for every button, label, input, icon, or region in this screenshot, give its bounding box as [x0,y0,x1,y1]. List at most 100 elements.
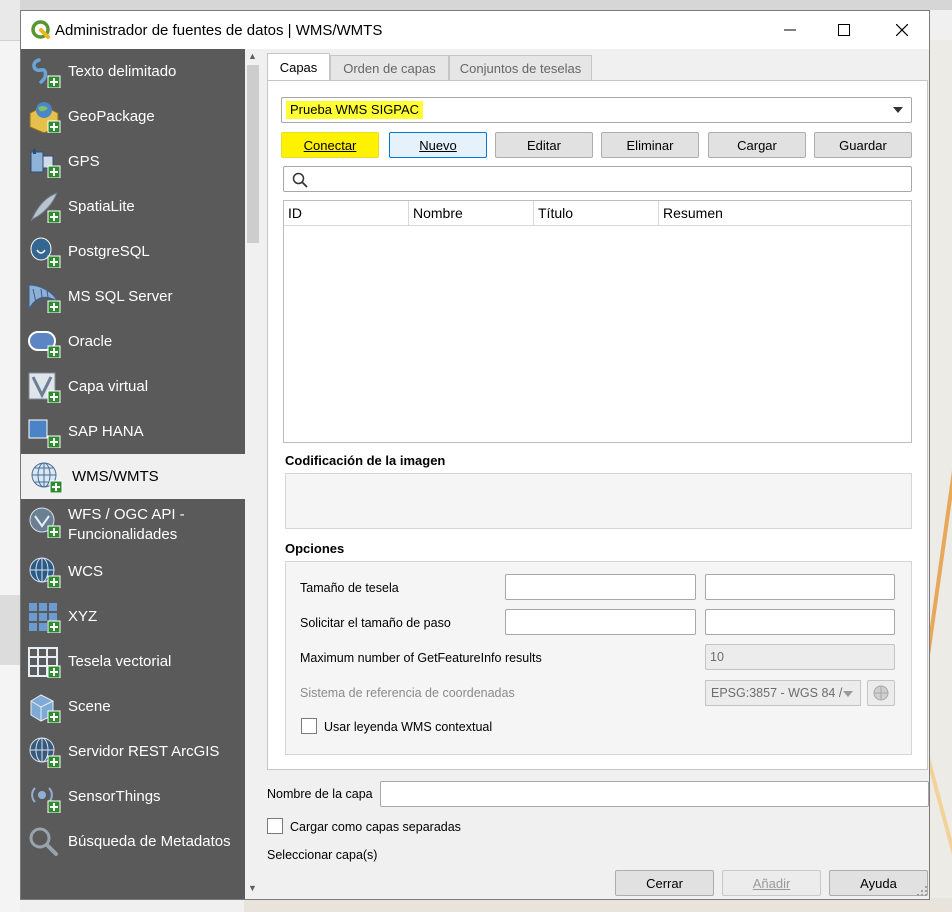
sidebar-item-scene[interactable]: Scene [21,684,245,729]
sidebar-item-label: SAP HANA [68,423,144,440]
globe-icon [873,685,889,701]
close-icon [896,24,908,36]
search-input[interactable] [283,166,912,192]
spatialite-icon [30,192,61,223]
sidebar-item-vector-tile[interactable]: Tesela vectorial [21,639,245,684]
search-icon [292,172,308,188]
sidebar-item-sap-hana[interactable]: SAP HANA [21,409,245,454]
scroll-up-icon[interactable]: ▲ [248,51,257,61]
postgresql-icon [30,237,61,268]
sidebar-item-geopackage[interactable]: GeoPackage [21,94,245,139]
tab-tilesets[interactable]: Conjuntos de teselas [449,55,592,81]
sidebar-item-label: WFS / OGC API - Funcionalidades [68,505,185,545]
sidebar-item-xyz[interactable]: XYZ [21,594,245,639]
save-button[interactable]: Guardar [814,132,912,158]
tile-width-input[interactable] [505,574,696,600]
background-app-left [0,0,20,912]
sidebar-item-label: WCS [68,563,103,580]
sidebar-item-label: MS SQL Server [68,288,173,305]
sidebar-item-oracle[interactable]: Oracle [21,319,245,364]
connection-select[interactable]: Prueba WMS SIGPAC [281,97,912,123]
sidebar-scrollbar[interactable]: ▲ ▼ [245,49,261,899]
gps-icon [30,149,61,178]
sidebar-item-delimited-text[interactable]: Texto delimitado [21,49,245,94]
close-window-button[interactable] [879,11,925,49]
connect-button-label: Conectar [303,137,357,153]
resize-grip-icon[interactable] [916,885,928,897]
edit-button[interactable]: Editar [495,132,593,158]
maximize-icon [838,24,850,36]
qgis-logo-icon [31,20,50,39]
sidebar-item-metadata-search[interactable]: Búsqueda de Metadatos [21,819,245,864]
sidebar-item-label: WMS/WMTS [72,468,159,485]
background-map-canvas [930,40,952,912]
sidebar-item-label: XYZ [68,608,98,625]
title-bar: Administrador de fuentes de datos | WMS/… [21,11,929,49]
column-header-id[interactable]: ID [284,201,409,225]
help-button[interactable]: Ayuda [829,870,928,896]
sidebar-item-label: Tesela vectorial [68,653,172,670]
step-height-input[interactable] [705,609,895,635]
sidebar-item-mssql[interactable]: MS SQL Server [21,274,245,319]
layer-name-input[interactable] [380,781,929,807]
sidebar-item-label: SpatiaLite [68,198,135,215]
sidebar-item-virtual-layer[interactable]: Capa virtual [21,364,245,409]
minimize-icon [784,29,796,31]
column-header-title[interactable]: Título [534,201,659,225]
wfs-icon [29,507,61,538]
column-header-abstract[interactable]: Resumen [659,201,911,225]
sidebar-item-wfs[interactable]: WFS / OGC API - Funcionalidades [21,499,245,549]
sidebar-item-label-line1: WFS / OGC API - [68,506,185,523]
sidebar-item-wcs[interactable]: WCS [21,549,245,594]
sidebar-item-wms[interactable]: WMS/WMTS [21,454,245,499]
background-toolbar [0,0,952,10]
sidebar-item-label: Servidor REST ArcGIS [68,743,220,760]
delete-button[interactable]: Eliminar [601,132,699,158]
arcgis-rest-icon [29,737,61,768]
contextual-legend-label: Usar leyenda WMS contextual [324,720,493,734]
load-separate-checkbox[interactable] [267,818,283,834]
sidebar-item-sensorthings[interactable]: SensorThings [21,774,245,819]
sidebar-item-label: GPS [68,153,100,170]
crs-select[interactable]: EPSG:3857 - WGS 84 / [705,680,861,706]
background-toolbar-button [0,0,20,41]
layer-name-label: Nombre de la capa [267,787,373,801]
wms-icon [31,462,63,493]
tab-layer-order[interactable]: Orden de capas [330,55,449,81]
scene-icon [30,694,61,723]
new-button[interactable]: Nuevo [389,132,487,158]
image-encoding-group [285,473,912,529]
image-encoding-title: Codificación de la imagen [285,453,446,468]
sidebar-item-gps[interactable]: GPS [21,139,245,184]
column-header-name[interactable]: Nombre [409,201,534,225]
vector-tile-icon [28,647,61,678]
scrollbar-thumb[interactable] [247,65,259,243]
crs-selector-button[interactable] [867,680,895,706]
tile-size-label: Tamaño de tesela [300,581,399,595]
sidebar-item-label: PostgreSQL [68,243,150,260]
max-feature-info-input[interactable]: 10 [705,644,895,670]
sensorthings-icon [31,787,61,813]
sap-hana-icon [28,419,61,448]
crs-label: Sistema de referencia de coordenadas [300,686,515,700]
load-button[interactable]: Cargar [708,132,806,158]
layers-table[interactable]: ID Nombre Título Resumen [283,200,912,443]
sidebar-item-arcgis-rest[interactable]: Servidor REST ArcGIS [21,729,245,774]
close-button[interactable]: Cerrar [615,870,714,896]
minimize-button[interactable] [767,11,813,49]
sidebar-item-label: SensorThings [68,788,161,805]
tab-layers[interactable]: Capas [267,53,330,81]
tile-height-input[interactable] [705,574,895,600]
options-title: Opciones [285,541,345,556]
add-button[interactable]: Añadir [722,870,821,896]
step-width-input[interactable] [505,609,696,635]
sidebar-item-postgresql[interactable]: PostgreSQL [21,229,245,274]
scroll-down-icon[interactable]: ▼ [248,883,257,893]
connect-button[interactable]: Conectar [281,132,379,158]
contextual-legend-checkbox[interactable] [301,718,317,734]
sidebar-item-spatialite[interactable]: SpatiaLite [21,184,245,229]
sidebar-item-label: Oracle [68,333,113,350]
maximize-button[interactable] [821,11,867,49]
xyz-icon [29,603,61,633]
select-layers-label: Seleccionar capa(s) [267,848,378,862]
